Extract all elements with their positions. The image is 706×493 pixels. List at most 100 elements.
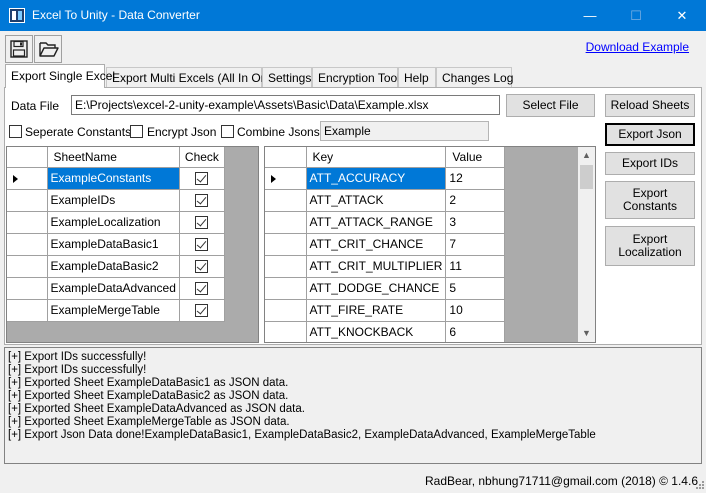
- sheet-check-cell[interactable]: [179, 255, 225, 278]
- combine-name-input[interactable]: Example: [320, 121, 489, 141]
- key-cell[interactable]: ATT_FIRE_RATE: [306, 299, 447, 322]
- sheet-check-cell[interactable]: [179, 211, 225, 234]
- row-header[interactable]: [7, 189, 48, 212]
- tab-settings[interactable]: Settings: [262, 67, 312, 87]
- sheet-checkbox[interactable]: [195, 216, 209, 230]
- sheet-check-cell[interactable]: [179, 233, 225, 256]
- row-header[interactable]: [265, 277, 307, 300]
- value-cell[interactable]: 12: [445, 167, 506, 190]
- sheet-checkbox[interactable]: [195, 238, 209, 252]
- sheet-name-cell[interactable]: ExampleMergeTable: [47, 299, 180, 322]
- row-header[interactable]: [7, 211, 48, 234]
- download-example-link[interactable]: Download Example: [586, 40, 689, 54]
- key-cell[interactable]: ATT_ATTACK: [306, 189, 447, 212]
- sheet-check-cell[interactable]: [179, 167, 225, 190]
- sheet-name-cell[interactable]: ExampleLocalization: [47, 211, 180, 234]
- table-row[interactable]: ATT_FIRE_RATE 10: [265, 299, 506, 322]
- row-header[interactable]: [7, 255, 48, 278]
- check-column-header[interactable]: Check: [179, 147, 225, 168]
- resize-grip-icon[interactable]: [694, 481, 704, 491]
- keys-grid[interactable]: Key Value ATT_ACCURACY 12 ATT_ATTACK 2 ATT_A…: [264, 146, 596, 343]
- sheet-name-cell[interactable]: ExampleConstants: [47, 167, 180, 190]
- table-row[interactable]: ExampleMergeTable: [7, 299, 225, 322]
- sheet-name-cell[interactable]: ExampleDataBasic1: [47, 233, 180, 256]
- combine-jsons-checkbox[interactable]: [221, 125, 234, 138]
- sheet-checkbox[interactable]: [195, 304, 209, 318]
- value-cell[interactable]: 10: [445, 299, 506, 322]
- value-cell[interactable]: 7: [445, 233, 506, 256]
- row-header[interactable]: [265, 167, 307, 190]
- key-cell[interactable]: ATT_CRIT_MULTIPLIER: [306, 255, 447, 278]
- table-row[interactable]: ExampleDataBasic2: [7, 255, 225, 278]
- tab-changes-log[interactable]: Changes Log: [436, 67, 513, 87]
- maximize-button[interactable]: ☐: [613, 0, 659, 31]
- sheet-name-cell[interactable]: ExampleDataBasic2: [47, 255, 180, 278]
- table-row[interactable]: ATT_CRIT_MULTIPLIER 11: [265, 255, 506, 278]
- table-row[interactable]: ATT_ACCURACY 12: [265, 167, 506, 190]
- sheet-checkbox[interactable]: [195, 172, 209, 186]
- table-row[interactable]: ExampleIDs: [7, 189, 225, 212]
- minimize-button[interactable]: —: [567, 0, 613, 31]
- sheet-checkbox[interactable]: [195, 282, 209, 296]
- row-header[interactable]: [7, 277, 48, 300]
- export-ids-button[interactable]: Export IDs: [605, 152, 695, 175]
- value-cell[interactable]: 2: [445, 189, 506, 212]
- scroll-thumb[interactable]: [580, 165, 593, 189]
- tab-export-single-excel[interactable]: Export Single Excel: [5, 64, 115, 88]
- sheets-grid[interactable]: SheetName Check ExampleConstants ExampleI…: [6, 146, 259, 343]
- open-button[interactable]: [34, 35, 62, 63]
- row-header[interactable]: [265, 211, 307, 234]
- export-json-button[interactable]: Export Json: [605, 123, 695, 146]
- table-row[interactable]: ATT_CRIT_CHANCE 7: [265, 233, 506, 256]
- log-output[interactable]: [+] Export IDs successfully! [+] Export I…: [4, 347, 702, 464]
- sheetname-column-header[interactable]: SheetName: [47, 147, 180, 168]
- sheet-check-cell[interactable]: [179, 189, 225, 212]
- sheet-name-cell[interactable]: ExampleDataAdvanced: [47, 277, 180, 300]
- tab-encryption-tool[interactable]: Encryption Tool: [312, 67, 400, 87]
- scroll-up-icon[interactable]: ▲: [578, 147, 595, 164]
- select-file-button[interactable]: Select File: [506, 94, 595, 117]
- row-header[interactable]: [265, 189, 307, 212]
- value-column-header[interactable]: Value: [445, 147, 506, 168]
- export-constants-button[interactable]: Export Constants: [605, 181, 695, 219]
- table-row[interactable]: ATT_DODGE_CHANCE 5: [265, 277, 506, 300]
- sheet-check-cell[interactable]: [179, 299, 225, 322]
- row-header[interactable]: [265, 299, 307, 322]
- value-cell[interactable]: 11: [445, 255, 506, 278]
- table-row[interactable]: ExampleConstants: [7, 167, 225, 190]
- table-row[interactable]: ATT_KNOCKBACK 6: [265, 321, 506, 342]
- separate-constants-checkbox[interactable]: [9, 125, 22, 138]
- tab-help[interactable]: Help: [398, 67, 436, 87]
- table-row[interactable]: ExampleDataAdvanced: [7, 277, 225, 300]
- key-column-header[interactable]: Key: [306, 147, 447, 168]
- table-row[interactable]: ExampleDataBasic1: [7, 233, 225, 256]
- row-header[interactable]: [265, 233, 307, 256]
- save-button[interactable]: [5, 35, 33, 63]
- value-cell[interactable]: 3: [445, 211, 506, 234]
- row-header[interactable]: [265, 255, 307, 278]
- export-localization-button[interactable]: Export Localization: [605, 226, 695, 266]
- sheet-checkbox[interactable]: [195, 194, 209, 208]
- value-cell[interactable]: 5: [445, 277, 506, 300]
- table-row[interactable]: ATT_ATTACK_RANGE 3: [265, 211, 506, 234]
- tab-export-multi-excels[interactable]: Export Multi Excels (All In One): [106, 67, 278, 87]
- key-cell[interactable]: ATT_ACCURACY: [306, 167, 447, 190]
- table-row[interactable]: ATT_ATTACK 2: [265, 189, 506, 212]
- key-cell[interactable]: ATT_KNOCKBACK: [306, 321, 447, 342]
- encrypt-json-checkbox[interactable]: [130, 125, 143, 138]
- row-header[interactable]: [7, 167, 48, 190]
- reload-sheets-button[interactable]: Reload Sheets: [605, 94, 695, 117]
- scroll-down-icon[interactable]: ▼: [578, 325, 595, 342]
- sheet-name-cell[interactable]: ExampleIDs: [47, 189, 180, 212]
- key-cell[interactable]: ATT_DODGE_CHANCE: [306, 277, 447, 300]
- row-header[interactable]: [265, 321, 307, 342]
- table-row[interactable]: ExampleLocalization: [7, 211, 225, 234]
- key-cell[interactable]: ATT_CRIT_CHANCE: [306, 233, 447, 256]
- sheet-check-cell[interactable]: [179, 277, 225, 300]
- value-cell[interactable]: 6: [445, 321, 506, 342]
- row-header[interactable]: [7, 233, 48, 256]
- data-file-input[interactable]: E:\Projects\excel-2-unity-example\Assets…: [71, 95, 500, 115]
- keys-vertical-scrollbar[interactable]: ▲ ▼: [578, 147, 595, 342]
- row-header[interactable]: [7, 299, 48, 322]
- close-button[interactable]: ✕: [659, 0, 705, 31]
